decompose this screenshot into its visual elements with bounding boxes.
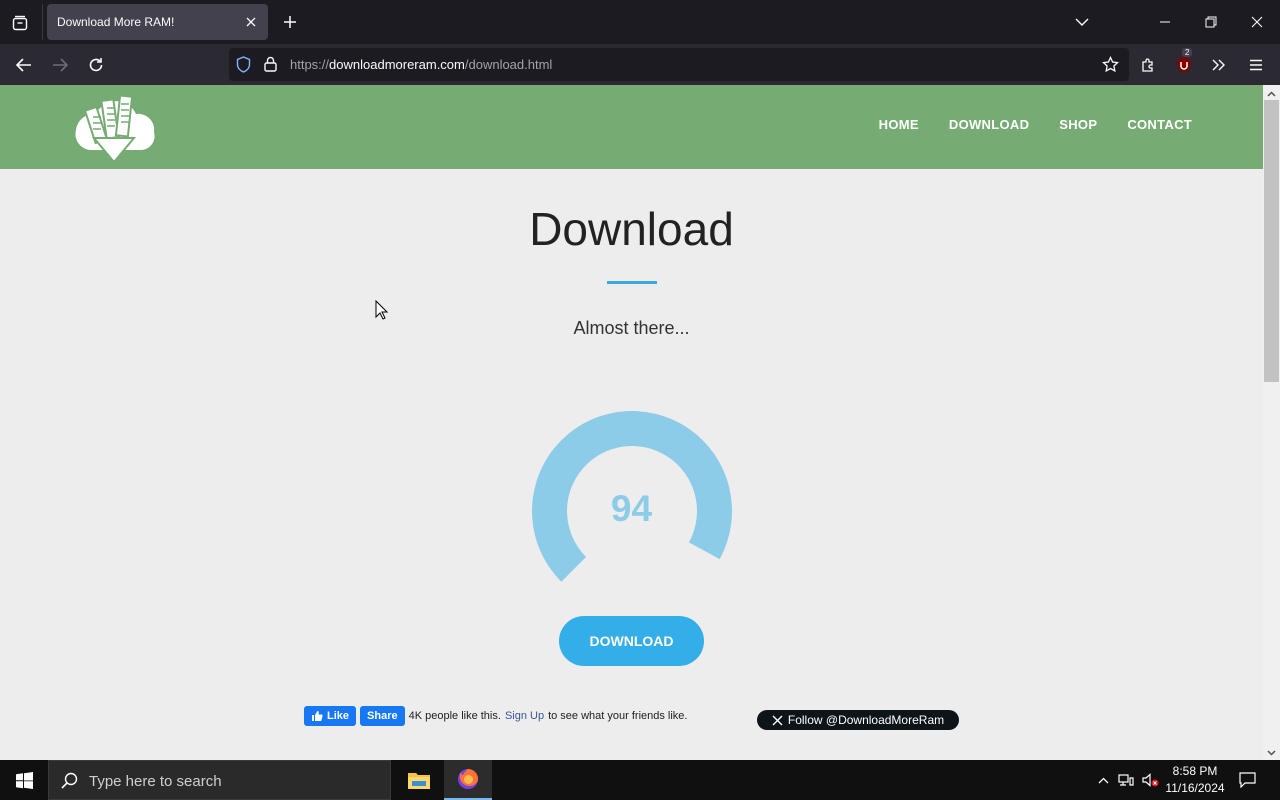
thumbs-up-icon: [312, 711, 323, 721]
nav-home-link[interactable]: HOME: [879, 117, 919, 132]
network-icon[interactable]: [1116, 760, 1136, 800]
search-icon: [61, 772, 78, 789]
tab-overview-icon[interactable]: [6, 9, 34, 37]
facebook-like-label: Like: [327, 710, 350, 722]
title-divider: [607, 281, 657, 284]
taskbar-search-placeholder: Type here to search: [89, 773, 222, 790]
twitter-follow-label: Follow @DownloadMoreRam: [787, 713, 945, 727]
x-logo-icon: [772, 715, 783, 725]
facebook-tail-text: to see what your friends like.: [548, 710, 688, 722]
facebook-share-label: Share: [367, 710, 398, 722]
system-clock[interactable]: 8:58 PM 11/16/2024: [1158, 763, 1232, 797]
list-all-tabs-icon[interactable]: [1068, 8, 1096, 36]
facebook-share-button[interactable]: Share: [360, 706, 405, 726]
reload-icon[interactable]: [82, 51, 110, 79]
url-host: downloadmoreram.com: [329, 57, 465, 72]
tracking-protection-shield-icon[interactable]: [236, 56, 251, 78]
clock-time: 8:58 PM: [1172, 764, 1218, 778]
file-explorer-icon[interactable]: [395, 760, 443, 800]
show-hidden-icons-chevron-icon[interactable]: [1094, 760, 1112, 800]
scrollbar-thumb[interactable]: [1264, 100, 1279, 382]
scroll-up-arrow-icon[interactable]: [1263, 86, 1280, 101]
lock-icon[interactable]: [264, 56, 277, 77]
ublock-origin-icon[interactable]: 2: [1170, 48, 1198, 79]
clock-date: 11/16/2024: [1165, 781, 1225, 795]
restore-icon[interactable]: [1197, 8, 1225, 36]
tab-title: Download More RAM!: [57, 15, 175, 29]
site-logo-icon[interactable]: [68, 90, 160, 166]
browser-tab-active[interactable]: Download More RAM!: [47, 4, 268, 40]
page-title: Download: [529, 203, 734, 255]
volume-muted-icon[interactable]: [1140, 760, 1160, 800]
more-tools-chevron-icon[interactable]: [1205, 51, 1233, 79]
scroll-down-arrow-icon[interactable]: [1263, 745, 1280, 760]
taskbar-search-box[interactable]: Type here to search: [48, 760, 391, 800]
url-scheme: https://: [290, 57, 330, 72]
nav-shop-link[interactable]: SHOP: [1059, 117, 1097, 132]
new-tab-button[interactable]: [279, 9, 301, 35]
browser-tab-bar: Download More RAM!: [0, 0, 1280, 44]
facebook-like-count: 4K people like this.: [408, 710, 501, 722]
url-bar[interactable]: https://downloadmoreram.com/download.htm…: [229, 48, 1129, 81]
hamburger-menu-icon[interactable]: [1242, 51, 1270, 79]
back-arrow-icon[interactable]: [10, 51, 38, 79]
facebook-like-button[interactable]: Like: [304, 706, 357, 726]
firefox-taskbar-icon[interactable]: [444, 760, 492, 800]
nav-contact-link[interactable]: CONTACT: [1127, 117, 1192, 132]
url-text[interactable]: https://downloadmoreram.com/download.htm…: [290, 57, 552, 72]
mouse-cursor-icon: [375, 300, 389, 320]
bookmark-star-icon[interactable]: [1102, 55, 1119, 78]
web-page: HOME DOWNLOAD SHOP CONTACT Download Almo…: [0, 85, 1263, 760]
facebook-widget: Like Share 4K people like this. Sign Up …: [304, 706, 687, 726]
forward-arrow-icon[interactable]: [46, 51, 74, 79]
status-subtitle: Almost there...: [573, 318, 690, 338]
download-button[interactable]: DOWNLOAD: [559, 616, 704, 666]
windows-start-icon[interactable]: [0, 760, 48, 800]
browser-nav-bar: https://downloadmoreram.com/download.htm…: [0, 44, 1280, 85]
facebook-signup-link[interactable]: Sign Up: [505, 710, 544, 722]
tab-separator: [42, 4, 43, 40]
extensions-puzzle-icon[interactable]: [1134, 51, 1162, 79]
windows-taskbar: Type here to search 8:58 PM 11/16/2024: [0, 760, 1280, 800]
nav-download-link[interactable]: DOWNLOAD: [949, 117, 1029, 132]
url-path: /download.html: [464, 57, 553, 72]
close-tab-icon[interactable]: [242, 13, 260, 31]
minimize-icon[interactable]: [1151, 8, 1179, 36]
progress-value: 94: [610, 488, 653, 529]
notifications-icon[interactable]: [1234, 760, 1260, 800]
site-nav: HOME DOWNLOAD SHOP CONTACT: [879, 117, 1192, 132]
extension-badge: 2: [1182, 48, 1193, 57]
site-header: HOME DOWNLOAD SHOP CONTACT: [0, 85, 1263, 169]
twitter-follow-button[interactable]: Follow @DownloadMoreRam: [757, 710, 959, 730]
close-window-icon[interactable]: [1243, 8, 1271, 36]
